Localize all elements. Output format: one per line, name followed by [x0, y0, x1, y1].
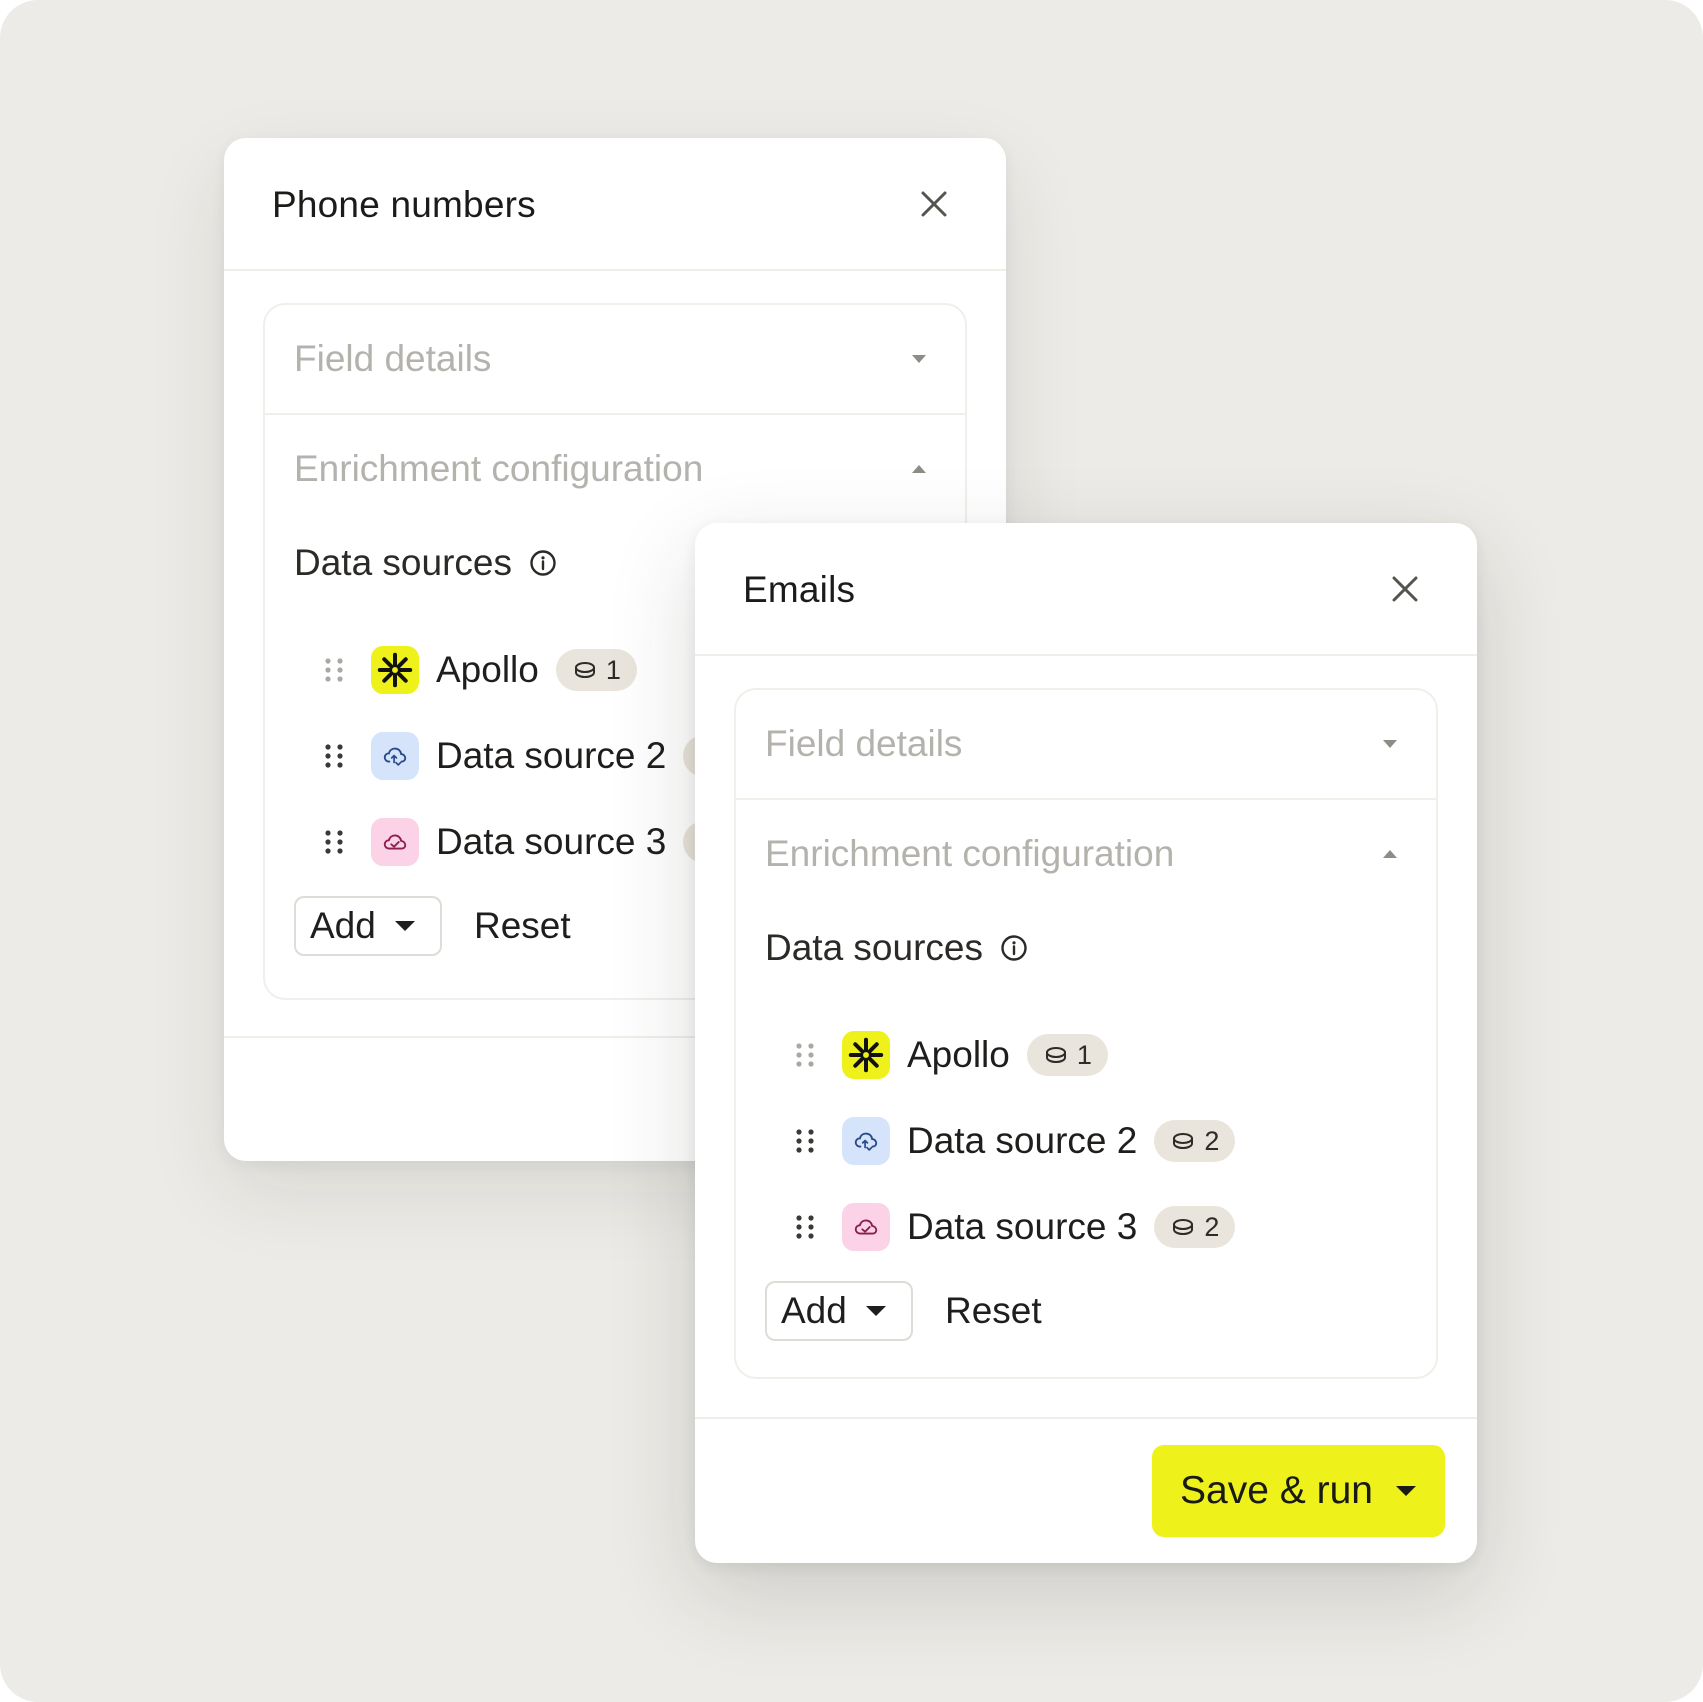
data-source-actions: Add Reset [765, 1281, 1042, 1341]
data-source-item[interactable]: Data source 2 2 [794, 1098, 1236, 1184]
drag-handle-icon[interactable] [323, 829, 345, 855]
accordion-label: Enrichment configuration [294, 448, 704, 489]
add-dropdown-button[interactable]: Add [765, 1281, 913, 1341]
panel-footer: Save & run [695, 1417, 1477, 1563]
data-source-name: Data source 3 [436, 821, 667, 862]
accordion-label: Field details [294, 338, 492, 379]
close-icon [1392, 576, 1418, 602]
caret-down-icon [865, 1306, 886, 1316]
add-label: Add [781, 1290, 847, 1331]
cloud-sync-icon [371, 732, 419, 780]
caret-down-icon [1395, 1486, 1416, 1496]
close-button[interactable] [1385, 569, 1425, 609]
credit-count: 2 [1204, 1211, 1220, 1242]
caret-up-icon [1383, 850, 1397, 858]
panel-header: Emails [695, 523, 1477, 656]
credit-badge: 2 [1154, 1206, 1236, 1248]
data-sources-heading: Data sources [765, 927, 1029, 969]
coin-icon [1173, 1219, 1194, 1236]
data-source-name: Data source 2 [907, 1120, 1138, 1161]
panel-title: Phone numbers [272, 184, 536, 225]
data-sources-label: Data sources [765, 927, 983, 968]
reset-button[interactable]: Reset [474, 905, 571, 947]
drag-handle-icon[interactable] [794, 1128, 816, 1154]
coin-icon [574, 662, 595, 679]
drag-handle-icon[interactable] [323, 657, 345, 683]
cloud-check-icon [371, 818, 419, 866]
data-source-list: Apollo 1 [794, 1012, 1236, 1270]
apollo-logo-icon [371, 646, 419, 694]
drag-handle-icon[interactable] [794, 1214, 816, 1240]
close-button[interactable] [914, 184, 954, 224]
info-icon[interactable] [999, 933, 1029, 963]
cloud-sync-icon [842, 1117, 890, 1165]
data-source-name: Data source 2 [436, 735, 667, 776]
add-dropdown-button[interactable]: Add [294, 896, 442, 956]
reset-button[interactable]: Reset [945, 1290, 1042, 1332]
apollo-logo-icon [842, 1031, 890, 1079]
caret-down-icon [1383, 740, 1397, 748]
coin-icon [1045, 1047, 1066, 1064]
credit-badge: 2 [1154, 1120, 1236, 1162]
data-source-item[interactable]: Data source 3 2 [794, 1184, 1236, 1270]
caret-up-icon [912, 465, 926, 473]
accordion-enrichment-configuration[interactable]: Enrichment configuration [265, 415, 965, 523]
info-icon[interactable] [528, 548, 558, 578]
close-icon [921, 191, 947, 217]
accordion-label: Enrichment configuration [765, 833, 1175, 874]
save-and-run-label: Save & run [1180, 1469, 1373, 1512]
accordion-label: Field details [765, 723, 963, 764]
caret-down-icon [394, 921, 415, 931]
credit-count: 1 [1076, 1039, 1092, 1070]
panel-header: Phone numbers [224, 138, 1006, 271]
data-source-actions: Add Reset [294, 896, 571, 956]
canvas-background: Phone numbers Field details Enrichment c… [0, 0, 1703, 1702]
data-source-item[interactable]: Apollo 1 [794, 1012, 1235, 1098]
cloud-check-icon [842, 1203, 890, 1251]
coin-icon [1173, 1133, 1194, 1150]
accordion-field-details[interactable]: Field details [265, 305, 965, 415]
emails-panel: Emails Field details Enrichment configur… [695, 523, 1477, 1563]
credit-badge: 1 [1026, 1034, 1108, 1076]
accordion-enrichment-configuration[interactable]: Enrichment configuration [736, 800, 1436, 908]
data-source-name: Apollo [436, 649, 539, 690]
data-sources-label: Data sources [294, 542, 512, 583]
drag-handle-icon[interactable] [794, 1042, 816, 1068]
data-sources-heading: Data sources [294, 542, 558, 584]
caret-down-icon [912, 355, 926, 363]
credit-count: 1 [605, 654, 621, 685]
credit-count: 2 [1204, 1125, 1220, 1156]
panel-title: Emails [743, 569, 856, 610]
data-source-name: Apollo [907, 1034, 1010, 1075]
drag-handle-icon[interactable] [323, 743, 345, 769]
credit-badge: 1 [555, 649, 637, 691]
accordion-field-details[interactable]: Field details [736, 690, 1436, 800]
add-label: Add [310, 905, 376, 946]
data-source-name: Data source 3 [907, 1206, 1138, 1247]
config-card: Field details Enrichment configuration D… [734, 688, 1438, 1379]
save-and-run-button[interactable]: Save & run [1152, 1445, 1445, 1537]
